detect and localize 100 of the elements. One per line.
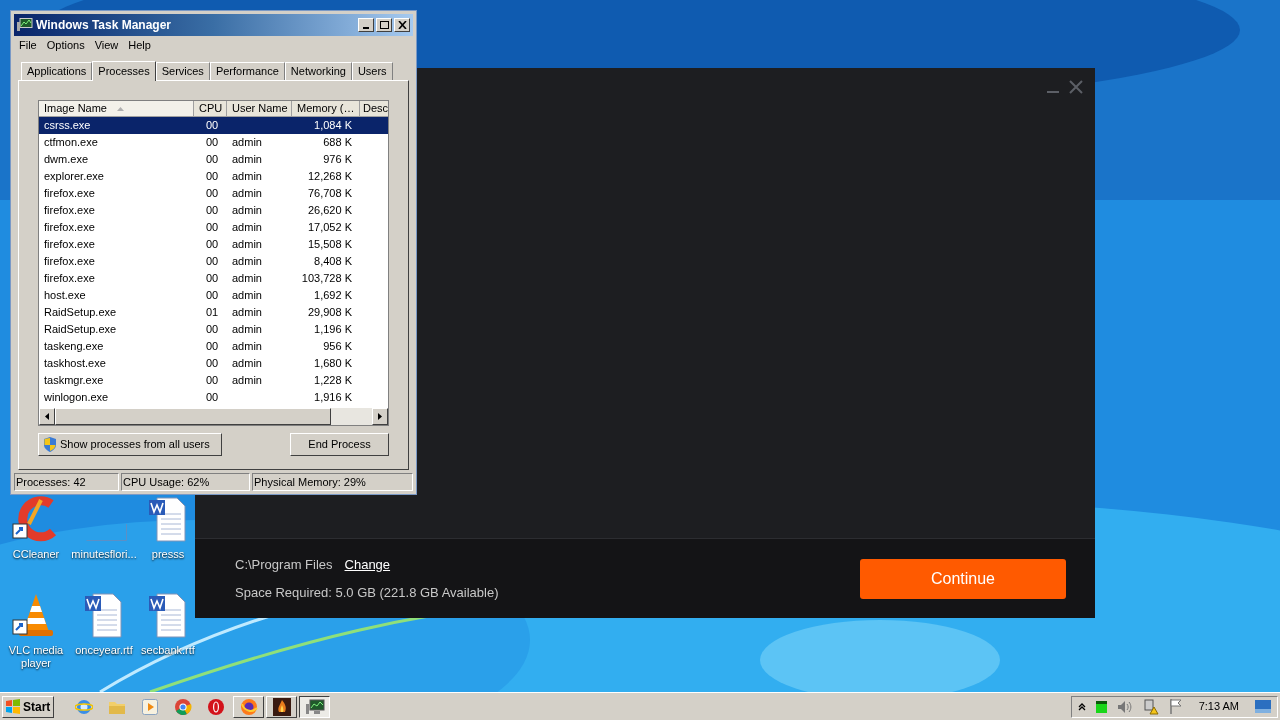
tab[interactable]: Services bbox=[155, 62, 210, 80]
chevron-up-icon[interactable] bbox=[1077, 702, 1086, 711]
menu-item[interactable]: Options bbox=[43, 36, 88, 54]
process-row[interactable]: winlogon.exe 00 1,916 K bbox=[39, 389, 388, 406]
table-cell: admin bbox=[232, 340, 262, 353]
meter-icon[interactable] bbox=[1095, 700, 1107, 713]
play-icon bbox=[141, 698, 158, 715]
table-cell: 00 bbox=[206, 374, 219, 387]
windows-logo-icon bbox=[5, 699, 21, 714]
process-row[interactable]: explorer.exe 00 admin 12,268 K bbox=[39, 168, 388, 185]
process-row[interactable]: firefox.exe 00 admin 26,620 K bbox=[39, 202, 388, 219]
space-required-text: Space Required: 5.0 GB (221.8 GB Available) bbox=[235, 583, 499, 602]
table-cell: RaidSetup.exe bbox=[44, 323, 117, 336]
table-cell: 00 bbox=[206, 357, 219, 370]
table-cell: firefox.exe bbox=[44, 187, 95, 200]
table-cell: firefox.exe bbox=[44, 272, 95, 285]
table-cell: admin bbox=[232, 357, 262, 370]
change-link[interactable]: Change bbox=[344, 555, 391, 575]
left-arrow-icon bbox=[45, 413, 49, 420]
close-button[interactable] bbox=[394, 18, 410, 32]
table-cell: admin bbox=[232, 289, 262, 302]
status-bar-field: CPU Usage: 62% bbox=[121, 473, 250, 491]
table-cell-text: 15,508 K bbox=[307, 237, 352, 253]
process-row[interactable]: firefox.exe 00 admin 17,052 K bbox=[39, 219, 388, 236]
table-cell: taskeng.exe bbox=[44, 340, 104, 353]
show-all-processes-button[interactable]: Show processes from all users bbox=[38, 433, 222, 456]
globe-icon bbox=[74, 697, 93, 716]
table-cell: winlogon.exe bbox=[44, 391, 109, 404]
status-bar-field: Physical Memory: 29% bbox=[252, 473, 413, 491]
sort-arrow-icon bbox=[117, 106, 124, 111]
table-cell: 01 bbox=[206, 306, 219, 319]
table-cell: admin bbox=[232, 306, 262, 319]
chrome-icon bbox=[173, 697, 192, 716]
menu-item[interactable]: File bbox=[16, 36, 40, 54]
table-cell-text: 688 K bbox=[323, 135, 352, 151]
table-cell-text: 103,728 K bbox=[301, 271, 352, 287]
process-row[interactable]: host.exe 00 admin 1,692 K bbox=[39, 287, 388, 304]
minimize-button[interactable] bbox=[358, 18, 374, 32]
table-cell: admin bbox=[232, 153, 262, 166]
maximize-button[interactable] bbox=[376, 18, 392, 32]
app-icon bbox=[17, 18, 33, 32]
table-cell-text: 1,196 K bbox=[314, 322, 352, 338]
column-header[interactable]: CPU bbox=[194, 101, 227, 117]
firefox-icon bbox=[239, 697, 258, 716]
column-header[interactable]: Memory (… bbox=[292, 101, 360, 117]
speaker-icon[interactable] bbox=[1116, 699, 1133, 714]
process-row[interactable]: taskmgr.exe 00 admin 1,228 K bbox=[39, 372, 388, 389]
table-cell: 00 bbox=[206, 153, 219, 166]
process-row[interactable]: csrss.exe 00 1,084 K bbox=[39, 117, 388, 134]
table-cell-text: 976 K bbox=[323, 152, 352, 168]
process-row[interactable]: RaidSetup.exe 01 admin 29,908 K bbox=[39, 304, 388, 321]
table-cell: csrss.exe bbox=[44, 119, 91, 132]
table-cell: taskhost.exe bbox=[44, 357, 106, 370]
network-warning-icon[interactable] bbox=[1142, 698, 1159, 715]
table-cell: admin bbox=[232, 204, 262, 217]
process-row[interactable]: firefox.exe 00 admin 15,508 K bbox=[39, 236, 388, 253]
table-cell: admin bbox=[232, 238, 262, 251]
tab[interactable]: Processes bbox=[92, 61, 156, 81]
show-desktop-icon[interactable] bbox=[1255, 700, 1271, 713]
column-header[interactable]: User Name bbox=[227, 101, 292, 117]
close-icon[interactable] bbox=[1069, 80, 1083, 94]
start-button[interactable]: Start bbox=[2, 695, 54, 718]
table-cell: 00 bbox=[206, 272, 219, 285]
table-cell: firefox.exe bbox=[44, 204, 95, 217]
table-cell: dwm.exe bbox=[44, 153, 89, 166]
process-row[interactable]: dwm.exe 00 admin 976 K bbox=[39, 151, 388, 168]
maximize-icon bbox=[379, 21, 389, 29]
table-cell-text: 29,908 K bbox=[307, 305, 352, 321]
tab[interactable]: Networking bbox=[284, 62, 352, 80]
table-cell: ctfmon.exe bbox=[44, 136, 98, 149]
table-cell: admin bbox=[232, 255, 262, 268]
clock[interactable]: 7:13 AM bbox=[1198, 698, 1239, 715]
status-bar-field: Processes: 42 bbox=[14, 473, 119, 491]
table-cell: host.exe bbox=[44, 289, 86, 302]
table-cell: admin bbox=[232, 323, 262, 336]
process-row[interactable]: firefox.exe 00 admin 103,728 K bbox=[39, 270, 388, 287]
taskbar-app-button[interactable] bbox=[299, 695, 330, 718]
table-cell: admin bbox=[232, 187, 262, 200]
menu-item[interactable]: View bbox=[91, 36, 122, 54]
process-row[interactable]: firefox.exe 00 admin 8,408 K bbox=[39, 253, 388, 270]
process-row[interactable]: ctfmon.exe 00 admin 688 K bbox=[39, 134, 388, 151]
process-row[interactable]: taskhost.exe 00 admin 1,680 K bbox=[39, 355, 388, 372]
menu-item[interactable]: Help bbox=[125, 36, 154, 54]
process-row[interactable]: RaidSetup.exe 00 admin 1,196 K bbox=[39, 321, 388, 338]
column-header[interactable]: Image Name bbox=[39, 101, 194, 117]
table-cell: firefox.exe bbox=[44, 238, 95, 251]
tab[interactable]: Performance bbox=[209, 62, 285, 80]
flag-icon[interactable] bbox=[1168, 699, 1183, 714]
table-cell: RaidSetup.exe bbox=[44, 306, 117, 319]
table-cell-text: 8,408 K bbox=[314, 254, 352, 270]
process-row[interactable]: taskeng.exe 00 admin 956 K bbox=[39, 338, 388, 355]
column-header[interactable]: Desc bbox=[360, 101, 388, 117]
table-cell: 00 bbox=[206, 119, 219, 132]
table-cell-text: 76,708 K bbox=[307, 186, 352, 202]
end-process-button[interactable]: End Process bbox=[290, 433, 389, 456]
table-cell: 00 bbox=[206, 289, 219, 302]
horizontal-scrollbar[interactable] bbox=[39, 408, 388, 425]
tab[interactable]: Users bbox=[351, 62, 393, 80]
process-row[interactable]: firefox.exe 00 admin 76,708 K bbox=[39, 185, 388, 202]
table-cell: admin bbox=[232, 272, 262, 285]
